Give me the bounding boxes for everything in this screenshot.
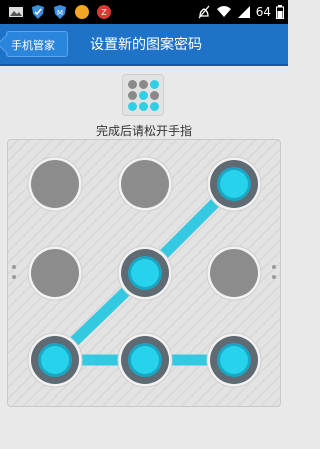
back-button[interactable]: 手机管家 [6, 31, 68, 57]
pattern-node[interactable] [27, 245, 83, 301]
page-title: 设置新的图案密码 [90, 37, 202, 53]
pattern-node[interactable] [117, 332, 173, 388]
preview-dot [139, 80, 148, 89]
pattern-node[interactable] [206, 156, 262, 212]
preview-dot [139, 102, 148, 111]
preview-dot [150, 102, 159, 111]
edge-marker [12, 275, 16, 279]
status-bar: M Z 64 [0, 0, 288, 24]
wifi-icon [216, 6, 231, 17]
pattern-node[interactable] [206, 332, 262, 388]
pattern-panel[interactable] [7, 139, 281, 407]
edge-marker [272, 275, 276, 279]
preview-dot [150, 80, 159, 89]
svg-text:M: M [57, 9, 63, 17]
edge-marker [272, 265, 276, 269]
pattern-canvas[interactable] [8, 140, 280, 406]
svg-text:Z: Z [101, 8, 107, 17]
pattern-preview-icon [122, 74, 164, 116]
pattern-node[interactable] [117, 156, 173, 212]
preview-dot [139, 91, 148, 100]
preview-dot [128, 91, 137, 100]
z-app-icon: Z [97, 5, 111, 19]
pattern-node[interactable] [117, 245, 173, 301]
battery-icon [276, 5, 284, 19]
battery-level: 64 [255, 5, 271, 19]
m-shield-icon: M [54, 5, 66, 19]
preview-dot [128, 80, 137, 89]
signal-icon [237, 6, 250, 18]
image-icon [9, 7, 23, 17]
preview-dot [128, 102, 137, 111]
edge-marker [12, 265, 16, 269]
title-bar: 手机管家 设置新的图案密码 [0, 24, 288, 66]
mute-icon [198, 5, 210, 19]
orange-circle-icon [75, 5, 89, 19]
pattern-node[interactable] [27, 156, 83, 212]
back-button-label: 手机管家 [11, 39, 55, 52]
shield-icon [32, 5, 44, 19]
pattern-node[interactable] [27, 332, 83, 388]
hint-text: 完成后请松开手指 [95, 124, 192, 138]
preview-dot [150, 91, 159, 100]
pattern-node[interactable] [206, 245, 262, 301]
